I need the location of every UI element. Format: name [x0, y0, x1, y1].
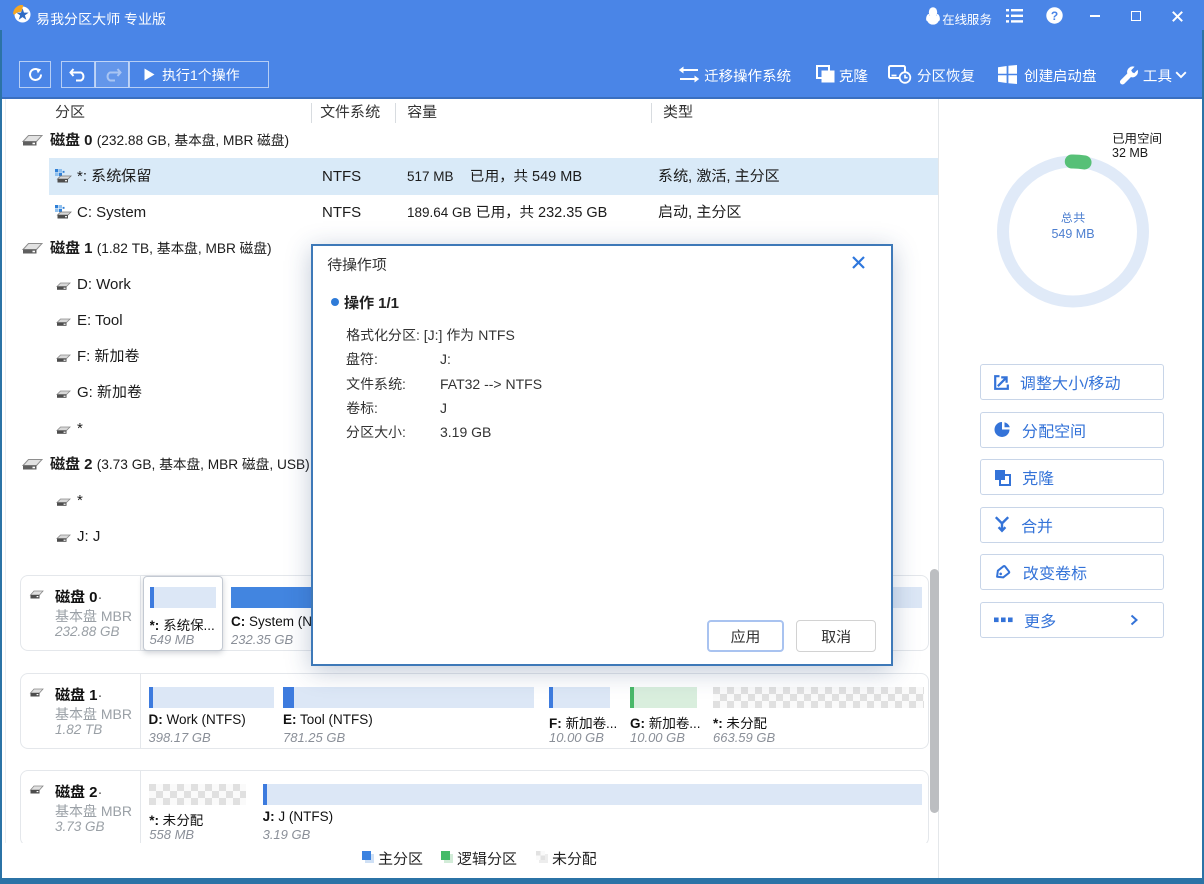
svg-text:?: ?: [1051, 9, 1058, 23]
